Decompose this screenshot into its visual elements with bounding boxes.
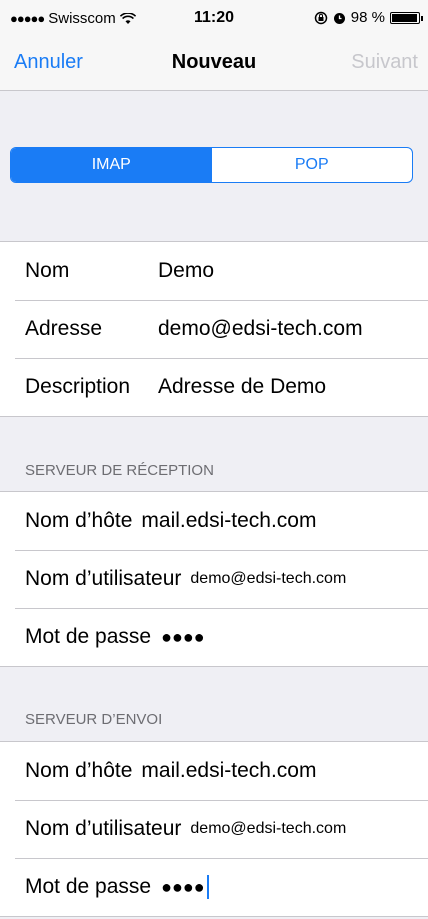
- incoming-password-field[interactable]: ●●●●: [161, 627, 205, 648]
- incoming-user-field[interactable]: demo@edsi-tech.com: [190, 570, 346, 588]
- incoming-host-label: Nom d’hôte: [25, 509, 133, 532]
- protocol-segmented-control: IMAP POP: [10, 147, 413, 183]
- address-label: Adresse: [25, 317, 103, 340]
- outgoing-host-field[interactable]: mail.edsi-tech.com: [141, 759, 316, 783]
- outgoing-user-row[interactable]: Nom d’utilisateur demo@edsi-tech.com: [0, 800, 428, 858]
- name-row[interactable]: Nom Demo: [0, 242, 428, 300]
- description-row[interactable]: Description Adresse de Demo: [0, 358, 428, 416]
- name-label: Nom: [25, 259, 70, 282]
- outgoing-password-field[interactable]: ●●●●: [161, 877, 205, 898]
- description-field[interactable]: Adresse de Demo: [158, 375, 326, 399]
- text-cursor: [206, 875, 209, 899]
- status-bar: ●●●●● Swisscom 11:20 98 %: [0, 0, 428, 36]
- navigation-bar: Annuler Nouveau Suivant: [0, 36, 428, 91]
- segment-imap[interactable]: IMAP: [11, 148, 212, 182]
- outgoing-host-label: Nom d’hôte: [25, 759, 133, 782]
- address-row[interactable]: Adresse demo@edsi-tech.com: [0, 300, 428, 358]
- segment-pop[interactable]: POP: [212, 148, 413, 182]
- battery-icon: [390, 11, 423, 24]
- outgoing-host-row[interactable]: Nom d’hôte mail.edsi-tech.com: [0, 742, 428, 800]
- outgoing-server-header: SERVEUR D’ENVOI: [25, 711, 163, 728]
- next-button[interactable]: Suivant: [351, 51, 418, 74]
- incoming-host-row[interactable]: Nom d’hôte mail.edsi-tech.com: [0, 492, 428, 550]
- account-info-group: Nom Demo Adresse demo@edsi-tech.com Desc…: [0, 241, 428, 417]
- description-label: Description: [25, 375, 131, 398]
- outgoing-password-label: Mot de passe: [25, 875, 152, 898]
- outgoing-user-field[interactable]: demo@edsi-tech.com: [190, 820, 346, 838]
- incoming-user-row[interactable]: Nom d’utilisateur demo@edsi-tech.com: [0, 550, 428, 608]
- outgoing-password-row[interactable]: Mot de passe ●●●●: [0, 858, 428, 916]
- address-field[interactable]: demo@edsi-tech.com: [158, 317, 363, 341]
- outgoing-user-label: Nom d’utilisateur: [25, 817, 182, 840]
- battery-level: [392, 13, 418, 22]
- incoming-host-field[interactable]: mail.edsi-tech.com: [141, 509, 316, 533]
- battery-percent: 98 %: [350, 9, 385, 26]
- status-right: 98 %: [314, 9, 423, 26]
- incoming-user-label: Nom d’utilisateur: [25, 567, 182, 590]
- incoming-password-label: Mot de passe: [25, 625, 152, 648]
- outgoing-server-group: Nom d’hôte mail.edsi-tech.com Nom d’util…: [0, 741, 428, 917]
- incoming-server-group: Nom d’hôte mail.edsi-tech.com Nom d’util…: [0, 491, 428, 667]
- incoming-server-header: SERVEUR DE RÉCEPTION: [25, 462, 214, 479]
- alarm-icon: [333, 12, 345, 24]
- name-field[interactable]: Demo: [158, 259, 214, 283]
- incoming-password-row[interactable]: Mot de passe ●●●●: [0, 608, 428, 666]
- rotation-lock-icon: [314, 11, 328, 24]
